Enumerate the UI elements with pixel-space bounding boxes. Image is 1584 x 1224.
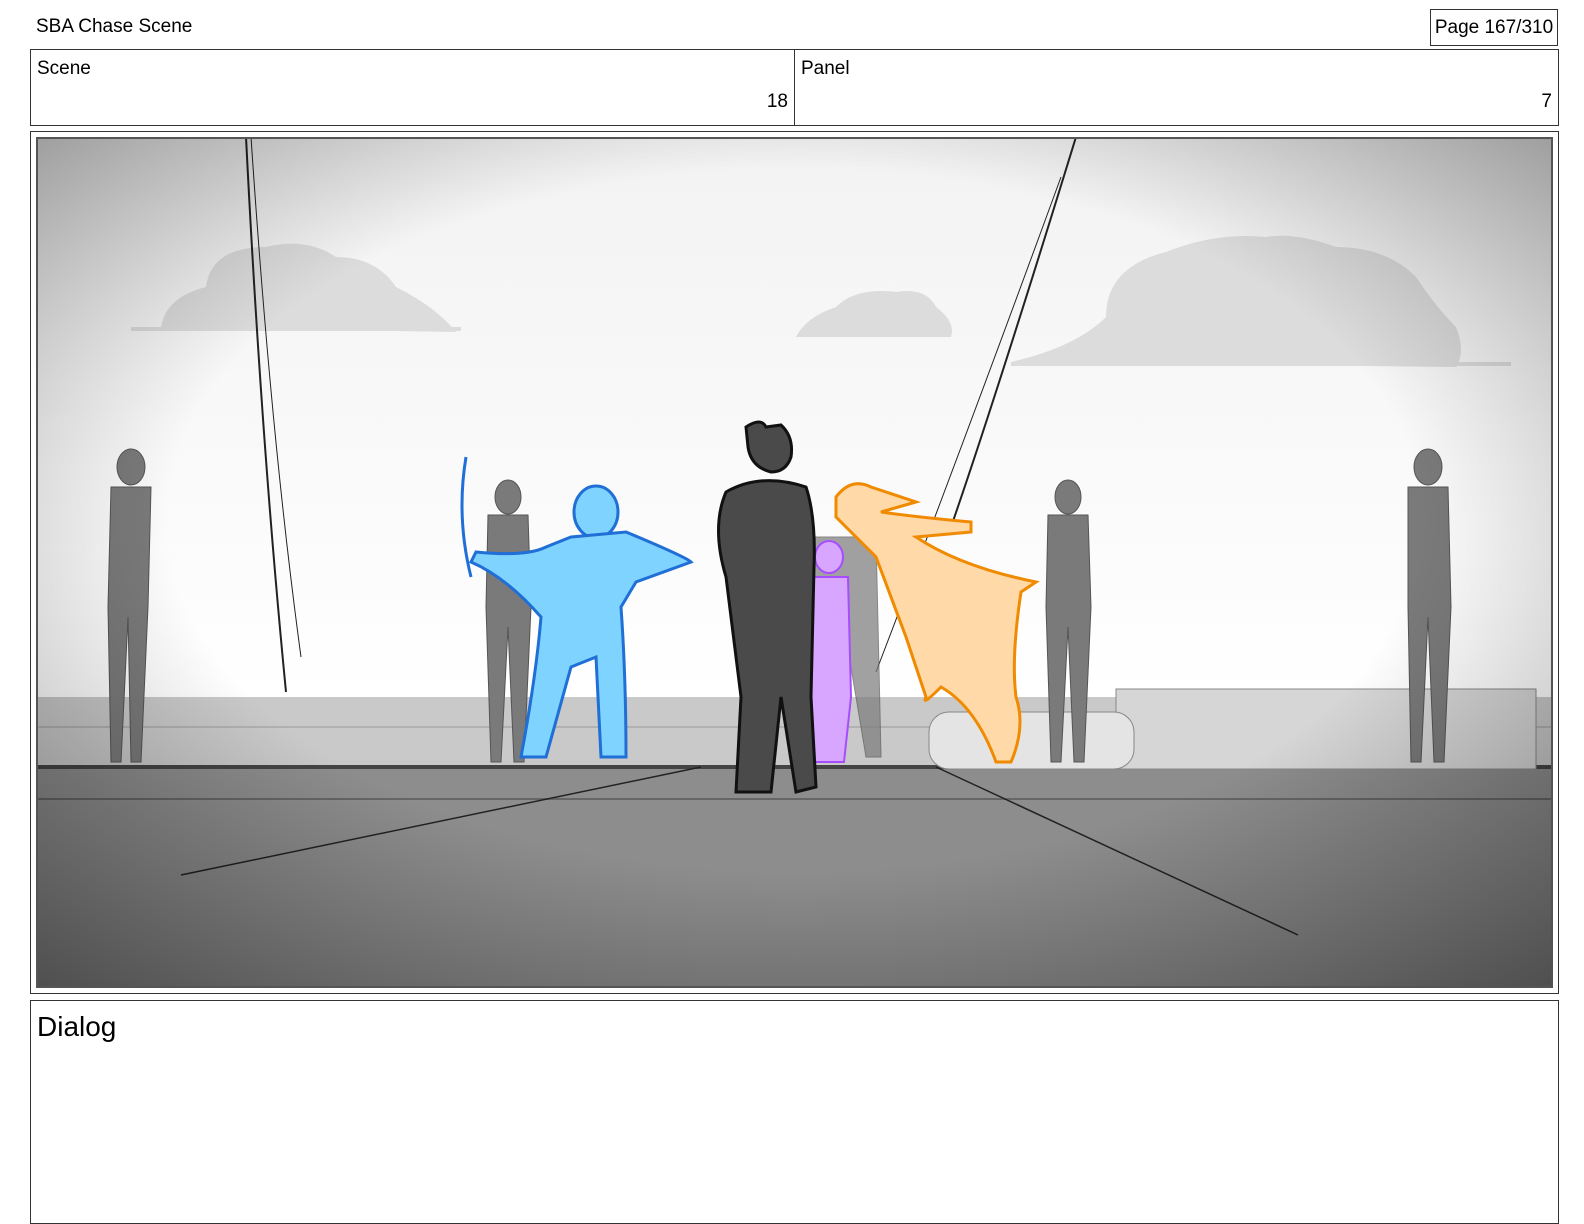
project-title: SBA Chase Scene [36,16,193,37]
panel-number: 7 [1541,91,1552,112]
dialog-box: Dialog [30,1000,1559,1224]
page-indicator: Page 167/310 [1430,9,1558,46]
scene-label: Scene [37,58,91,79]
storyboard-drawing [36,137,1553,988]
dialog-label: Dialog [37,1011,117,1042]
panel-cell: Panel 7 [794,50,1558,125]
scene-panel-info: Scene 18 Panel 7 [30,49,1559,126]
panel-label: Panel [801,58,850,79]
vignette [36,137,1553,988]
storyboard-panel [30,131,1559,994]
scene-number: 18 [766,91,788,112]
scene-cell: Scene 18 [31,50,794,125]
